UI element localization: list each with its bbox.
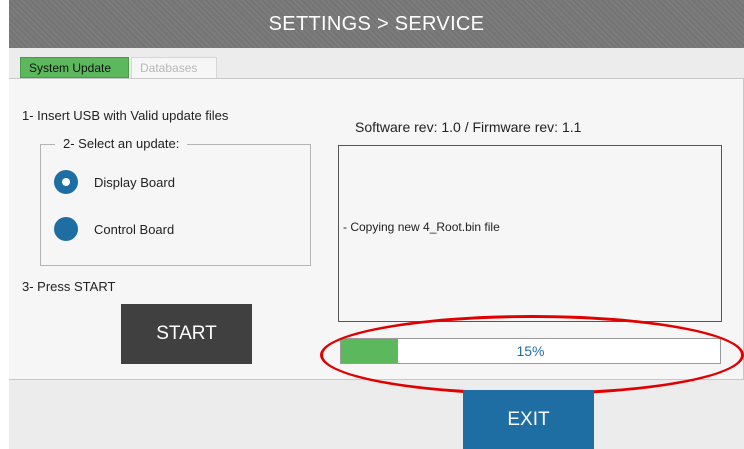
tab-databases[interactable]: Databases [131, 57, 217, 78]
service-screen: SETTINGS > SERVICE System Update Databas… [9, 0, 744, 449]
option-label: Control Board [94, 221, 175, 237]
log-line: - Copying new 4_Root.bin file [343, 220, 500, 234]
radio-unselected-icon[interactable] [54, 217, 78, 241]
step1-instruction: 1- Insert USB with Valid update files [22, 108, 229, 123]
option-label: Display Board [94, 174, 175, 190]
progress-bar: 15% [340, 338, 721, 364]
update-select-group [40, 144, 311, 266]
progress-label: 15% [516, 343, 545, 359]
option-display-board[interactable]: Display Board [54, 170, 175, 194]
exit-button[interactable]: EXIT [463, 390, 594, 449]
revision-info: Software rev: 1.0 / Firmware rev: 1.1 [355, 119, 582, 135]
option-control-board[interactable]: Control Board [54, 217, 174, 241]
update-log-box: - Copying new 4_Root.bin file [338, 145, 722, 322]
tab-system-update[interactable]: System Update [20, 57, 129, 78]
radio-selected-icon[interactable] [54, 170, 78, 194]
start-button[interactable]: START [121, 304, 252, 364]
title-bar: SETTINGS > SERVICE [9, 0, 744, 48]
step3-instruction: 3- Press START [22, 279, 116, 294]
update-select-legend: 2- Select an update: [55, 136, 188, 151]
page-title: SETTINGS > SERVICE [268, 12, 485, 35]
